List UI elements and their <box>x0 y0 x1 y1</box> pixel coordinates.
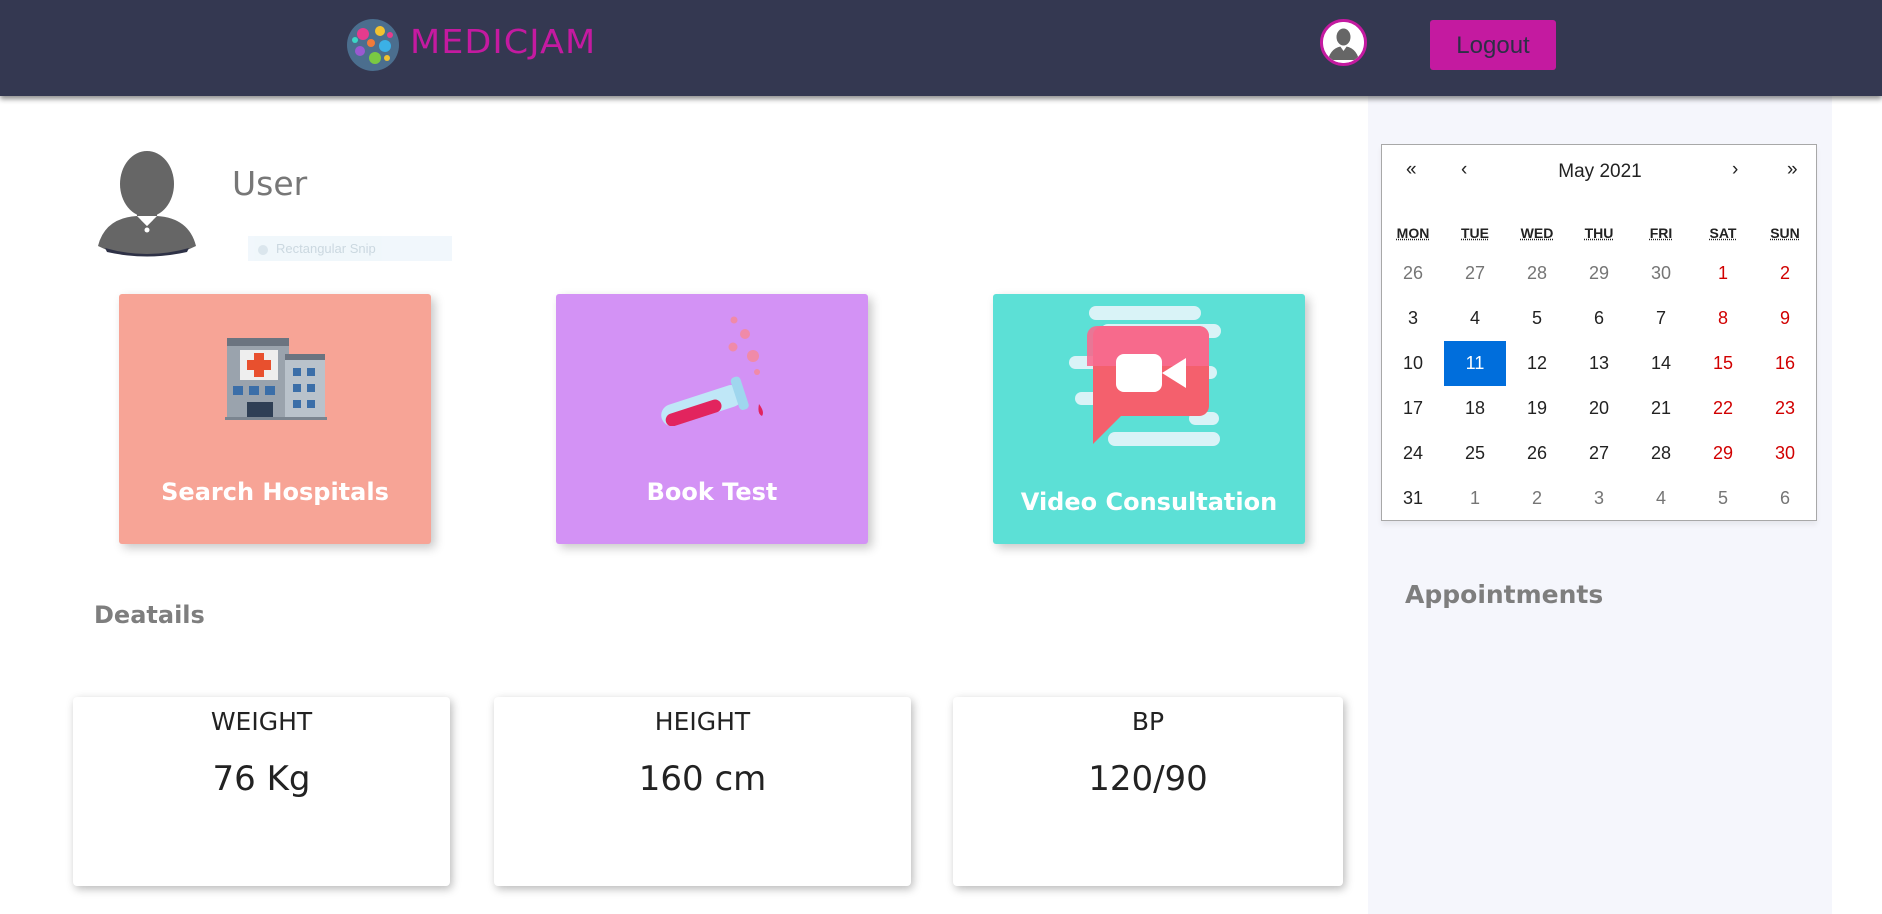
bp-card: BP 120/90 <box>953 697 1343 886</box>
calendar-day[interactable]: 24 <box>1382 431 1444 476</box>
calendar-day[interactable]: 3 <box>1382 296 1444 341</box>
calendar-weekday: MON <box>1396 225 1430 241</box>
rectangular-snip-overlay: Rectangular Snip <box>248 236 452 261</box>
calendar-day[interactable]: 26 <box>1382 251 1444 296</box>
calendar-next-month-button[interactable]: › <box>1732 159 1738 181</box>
user-avatar-icon <box>98 151 196 257</box>
video-consultation-card[interactable]: Video Consultation <box>993 294 1305 544</box>
top-navbar: MEDICJAM Logout <box>0 0 1882 96</box>
calendar-day[interactable]: 27 <box>1568 431 1630 476</box>
calendar-day[interactable]: 17 <box>1382 386 1444 431</box>
calendar-day[interactable]: 13 <box>1568 341 1630 386</box>
calendar-day[interactable]: 19 <box>1506 386 1568 431</box>
calendar-day[interactable]: 4 <box>1444 296 1506 341</box>
video-consultation-label: Video Consultation <box>1020 488 1278 516</box>
calendar-day[interactable]: 4 <box>1630 476 1692 521</box>
calendar-day[interactable]: 9 <box>1754 296 1816 341</box>
calendar-day[interactable]: 30 <box>1754 431 1816 476</box>
calendar-day[interactable]: 29 <box>1692 431 1754 476</box>
calendar-day[interactable]: 31 <box>1382 476 1444 521</box>
calendar-day[interactable]: 7 <box>1630 296 1692 341</box>
calendar-weekday: FRI <box>1649 225 1673 241</box>
snip-label: Rectangular Snip <box>276 241 376 256</box>
calendar-day[interactable]: 22 <box>1692 386 1754 431</box>
search-hospitals-label: Search Hospitals <box>161 478 389 506</box>
details-heading: Deatails <box>94 601 205 629</box>
calendar-day[interactable]: 26 <box>1506 431 1568 476</box>
calendar-day[interactable]: 28 <box>1506 251 1568 296</box>
calendar-month-title[interactable]: May 2021 <box>1382 161 1818 183</box>
calendar-day[interactable]: 20 <box>1568 386 1630 431</box>
calendar-day[interactable]: 29 <box>1568 251 1630 296</box>
calendar-day[interactable]: 27 <box>1444 251 1506 296</box>
calendar-weekday: TUE <box>1461 225 1489 241</box>
bp-value: 120/90 <box>1088 759 1208 799</box>
bp-label: BP <box>1131 707 1165 736</box>
calendar: « ‹ May 2021 › » MON TUE WED THU FRI SAT SUN 2… <box>1381 144 1817 521</box>
calendar-day[interactable]: 21 <box>1630 386 1692 431</box>
test-tube-icon <box>661 316 763 426</box>
video-chat-icon <box>1069 306 1221 446</box>
calendar-next-year-button[interactable]: » <box>1787 159 1798 181</box>
snip-icon <box>258 244 268 255</box>
weight-card: WEIGHT 76 Kg <box>73 697 450 886</box>
height-label: HEIGHT <box>654 707 751 736</box>
calendar-day[interactable]: 2 <box>1754 251 1816 296</box>
brand-name[interactable]: MEDICJAM <box>410 22 596 61</box>
calendar-day[interactable]: 1 <box>1444 476 1506 521</box>
appointments-heading: Appointments <box>1405 580 1604 609</box>
weight-label: WEIGHT <box>210 707 313 736</box>
calendar-day[interactable]: 6 <box>1754 476 1816 521</box>
calendar-day[interactable]: 15 <box>1692 341 1754 386</box>
calendar-day[interactable]: 23 <box>1754 386 1816 431</box>
calendar-day[interactable]: 10 <box>1382 341 1444 386</box>
weight-value: 76 Kg <box>212 759 311 799</box>
calendar-day[interactable]: 2 <box>1506 476 1568 521</box>
calendar-day[interactable]: 16 <box>1754 341 1816 386</box>
hospital-icon <box>225 338 327 420</box>
height-value: 160 cm <box>638 759 767 799</box>
calendar-day[interactable]: 18 <box>1444 386 1506 431</box>
calendar-day[interactable]: 25 <box>1444 431 1506 476</box>
calendar-day[interactable]: 28 <box>1630 431 1692 476</box>
calendar-day[interactable]: 3 <box>1568 476 1630 521</box>
logout-button[interactable]: Logout <box>1430 20 1556 70</box>
calendar-weekday: WED <box>1520 225 1554 241</box>
calendar-day[interactable]: 11 <box>1444 341 1506 386</box>
calendar-day[interactable]: 8 <box>1692 296 1754 341</box>
calendar-day[interactable]: 12 <box>1506 341 1568 386</box>
calendar-day[interactable]: 30 <box>1630 251 1692 296</box>
height-card: HEIGHT 160 cm <box>494 697 911 886</box>
search-hospitals-card[interactable]: Search Hospitals <box>119 294 431 544</box>
user-name: User <box>232 164 308 203</box>
calendar-day[interactable]: 1 <box>1692 251 1754 296</box>
medicjam-logo-icon[interactable] <box>346 18 400 72</box>
book-test-label: Book Test <box>646 478 778 506</box>
calendar-day[interactable]: 14 <box>1630 341 1692 386</box>
profile-avatar-icon[interactable] <box>1320 19 1367 66</box>
calendar-day[interactable]: 6 <box>1568 296 1630 341</box>
calendar-weekday: SAT <box>1709 225 1737 241</box>
calendar-weekday: THU <box>1584 225 1614 241</box>
calendar-weekday: SUN <box>1770 225 1800 241</box>
book-test-card[interactable]: Book Test <box>556 294 868 544</box>
calendar-day[interactable]: 5 <box>1506 296 1568 341</box>
calendar-day[interactable]: 5 <box>1692 476 1754 521</box>
